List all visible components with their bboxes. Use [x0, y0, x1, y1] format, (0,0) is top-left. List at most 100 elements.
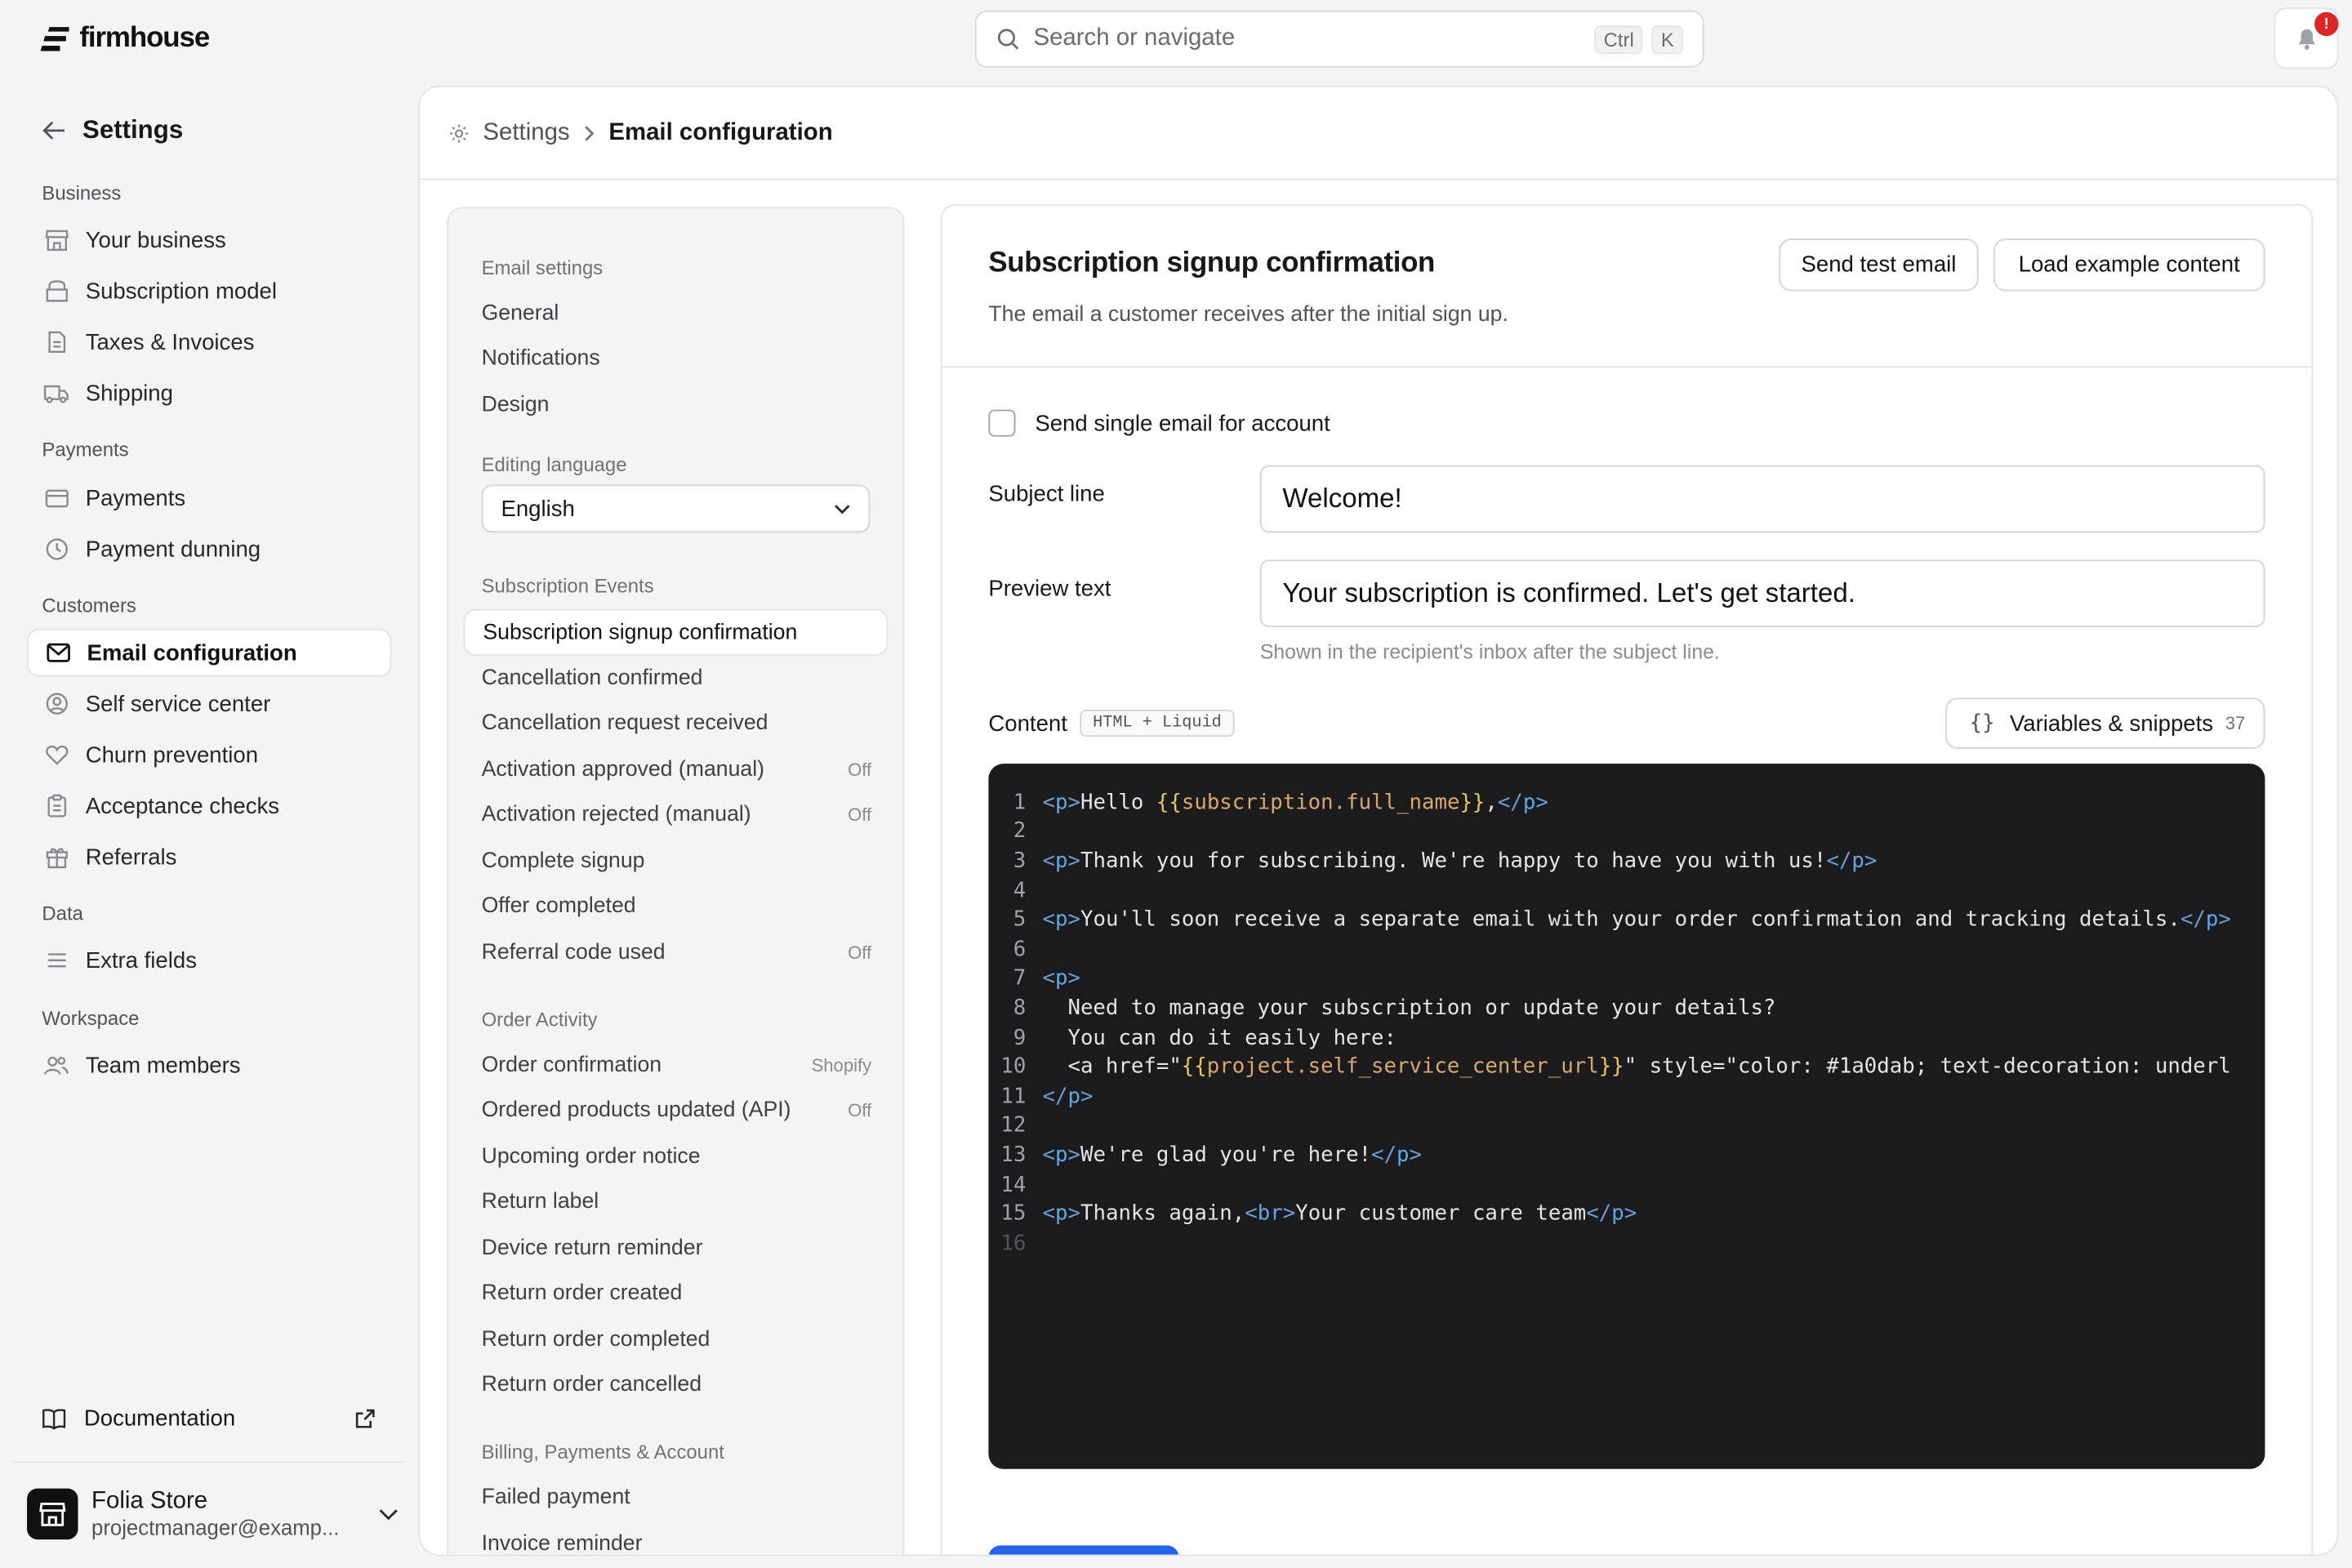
email-menu-item-subscription-signup-confirmation[interactable]: Subscription signup confirmation: [463, 608, 889, 656]
email-menu-item-offer-completed[interactable]: Offer completed: [482, 894, 872, 918]
external-link-icon: [355, 1408, 375, 1428]
email-menu-item-return-label[interactable]: Return label: [482, 1190, 872, 1214]
documentation-link[interactable]: Documentation: [42, 1403, 375, 1433]
email-menu-item-notifications[interactable]: Notifications: [482, 346, 872, 370]
save-button[interactable]: [988, 1545, 1179, 1555]
email-menu-item-label: Return order created: [481, 1281, 683, 1306]
email-menu-item-upcoming-order-notice[interactable]: Upcoming order notice: [482, 1145, 872, 1169]
back-to-settings[interactable]: Settings: [42, 115, 183, 145]
box-icon: [43, 278, 69, 304]
send-test-email-button[interactable]: Send test email: [1779, 238, 1979, 292]
email-menu-item-return-order-cancelled[interactable]: Return order cancelled: [482, 1373, 872, 1396]
store-icon: [43, 227, 69, 252]
sidebar-divider: [11, 1461, 405, 1463]
list-icon: [43, 947, 69, 973]
sidebar-item-self-service-center[interactable]: Self service center: [27, 679, 391, 728]
account-switcher[interactable]: Folia Store projectmanager@examp...: [27, 1482, 399, 1545]
code-editor[interactable]: 1 <p>Hello {{subscription.full_name}},</p…: [988, 764, 2265, 1469]
sidebar-item-your-business[interactable]: Your business: [27, 216, 391, 265]
code-line: 4: [988, 876, 2265, 906]
email-menu-item-referral-code-used[interactable]: Referral code used Off: [482, 941, 872, 964]
sidebar-item-payment-dunning[interactable]: Payment dunning: [27, 525, 391, 573]
store-icon: [39, 1502, 66, 1526]
heart-icon: [43, 742, 69, 768]
breadcrumb-settings-link[interactable]: Settings: [483, 120, 569, 147]
preview-text-input[interactable]: Your subscription is confirmed. Let's ge…: [1259, 559, 2265, 627]
status-tag: Off: [848, 759, 872, 781]
integration-tag: Shopify: [811, 1054, 872, 1076]
truck-icon: [43, 381, 69, 406]
code-line: 12: [988, 1111, 2265, 1141]
notification-badge: !: [2314, 11, 2339, 37]
email-menu-item-return-order-created[interactable]: Return order created: [482, 1281, 872, 1305]
email-menu-item-label: General: [481, 301, 559, 326]
line-number: 13: [1000, 1143, 1027, 1168]
credit-card-icon: [43, 485, 69, 510]
line-number: 15: [1000, 1201, 1027, 1227]
email-menu-item-cancellation-request-received[interactable]: Cancellation request received: [482, 711, 872, 735]
code-text: <p>Hello {{subscription.full_name}},</p>: [1042, 790, 1548, 815]
email-menu-item-failed-payment[interactable]: Failed payment: [482, 1486, 872, 1509]
arrow-left-icon: [42, 121, 65, 140]
clipboard-icon: [43, 793, 69, 818]
email-menu-item-activation-rejected[interactable]: Activation rejected (manual) Off: [482, 803, 872, 826]
load-example-content-button[interactable]: Load example content: [1993, 238, 2265, 292]
code-line: 8 Need to manage your subscription or up…: [988, 994, 2265, 1023]
language-select[interactable]: English: [481, 484, 871, 533]
code-text: <p>We're glad you're here!</p>: [1042, 1143, 1423, 1168]
sidebar-item-churn-prevention[interactable]: Churn prevention: [27, 731, 391, 779]
email-menu-item-label: Invoice reminder: [481, 1531, 643, 1557]
email-menu-item-order-confirmation[interactable]: Order confirmation Shopify: [482, 1054, 872, 1077]
sidebar-item-subscription-model[interactable]: Subscription model: [27, 267, 391, 315]
email-menu-item-cancellation-confirmed[interactable]: Cancellation confirmed: [482, 666, 872, 690]
email-menu-item-label: Subscription signup confirmation: [483, 620, 798, 645]
email-menu-item-ordered-products-updated[interactable]: Ordered products updated (API) Off: [482, 1098, 872, 1122]
header-divider: [420, 178, 2337, 180]
documentation-label: Documentation: [83, 1405, 236, 1431]
email-menu-item-complete-signup[interactable]: Complete signup: [482, 849, 872, 873]
line-number: 9: [1013, 1025, 1027, 1050]
sidebar-item-payments[interactable]: Payments: [27, 474, 391, 523]
single-email-option[interactable]: Send single email for account: [988, 409, 1330, 437]
sidebar-item-label: Payments: [85, 485, 186, 511]
subject-line-input[interactable]: Welcome!: [1259, 465, 2265, 533]
email-menu-item-design[interactable]: Design: [482, 393, 872, 416]
sidebar-item-shipping[interactable]: Shipping: [27, 369, 391, 417]
line-number: 16: [1000, 1231, 1027, 1256]
variables-snippets-button[interactable]: {} Variables & snippets 37: [1945, 697, 2265, 749]
sidebar-item-label: Referrals: [85, 844, 177, 870]
notifications-button[interactable]: !: [2274, 7, 2339, 69]
clock-icon: [43, 537, 69, 562]
email-menu-item-device-return-reminder[interactable]: Device return reminder: [482, 1236, 872, 1260]
email-menu-item-label: Activation rejected (manual): [481, 802, 751, 827]
email-menu-item-invoice-reminder[interactable]: Invoice reminder: [481, 1531, 872, 1557]
code-line: 14: [988, 1170, 2265, 1200]
sidebar-item-referrals[interactable]: Referrals: [27, 833, 391, 881]
code-line: 3 <p>Thank you for subscribing. We're hap…: [988, 847, 2265, 876]
email-menu-item-general[interactable]: General: [482, 301, 872, 325]
email-menu-item-label: Return label: [481, 1189, 599, 1214]
sidebar-title: Settings: [82, 115, 184, 145]
chevron-down-icon: [835, 504, 850, 514]
firmhouse-logo-icon: [40, 27, 69, 51]
code-text: <p>: [1042, 966, 1080, 991]
code-line: 15 <p>Thanks again,<br>Your customer care…: [988, 1200, 2265, 1229]
user-circle-icon: [43, 691, 69, 716]
search-input[interactable]: Search or navigate Ctrl K: [974, 10, 1704, 68]
card-divider: [942, 366, 2312, 368]
store-avatar: [27, 1488, 78, 1540]
sidebar-item-extra-fields[interactable]: Extra fields: [27, 936, 391, 984]
single-email-checkbox[interactable]: [988, 409, 1016, 437]
email-menu-item-activation-approved[interactable]: Activation approved (manual) Off: [482, 758, 872, 782]
sidebar-item-email-configuration[interactable]: Email configuration: [27, 628, 392, 677]
users-icon: [43, 1053, 69, 1078]
sidebar-item-taxes-invoices[interactable]: Taxes & Invoices: [27, 318, 391, 367]
braces-icon: {}: [1969, 710, 1995, 736]
code-text: <p>Thank you for subscribing. We're happ…: [1042, 849, 1878, 874]
brand-logo[interactable]: firmhouse: [40, 21, 210, 57]
email-menu-item-return-order-completed[interactable]: Return order completed: [482, 1328, 872, 1352]
sidebar-item-team-members[interactable]: Team members: [27, 1041, 391, 1089]
code-line: 16: [988, 1229, 2265, 1258]
sidebar-item-acceptance-checks[interactable]: Acceptance checks: [27, 782, 391, 830]
preview-text-label: Preview text: [988, 576, 1111, 602]
